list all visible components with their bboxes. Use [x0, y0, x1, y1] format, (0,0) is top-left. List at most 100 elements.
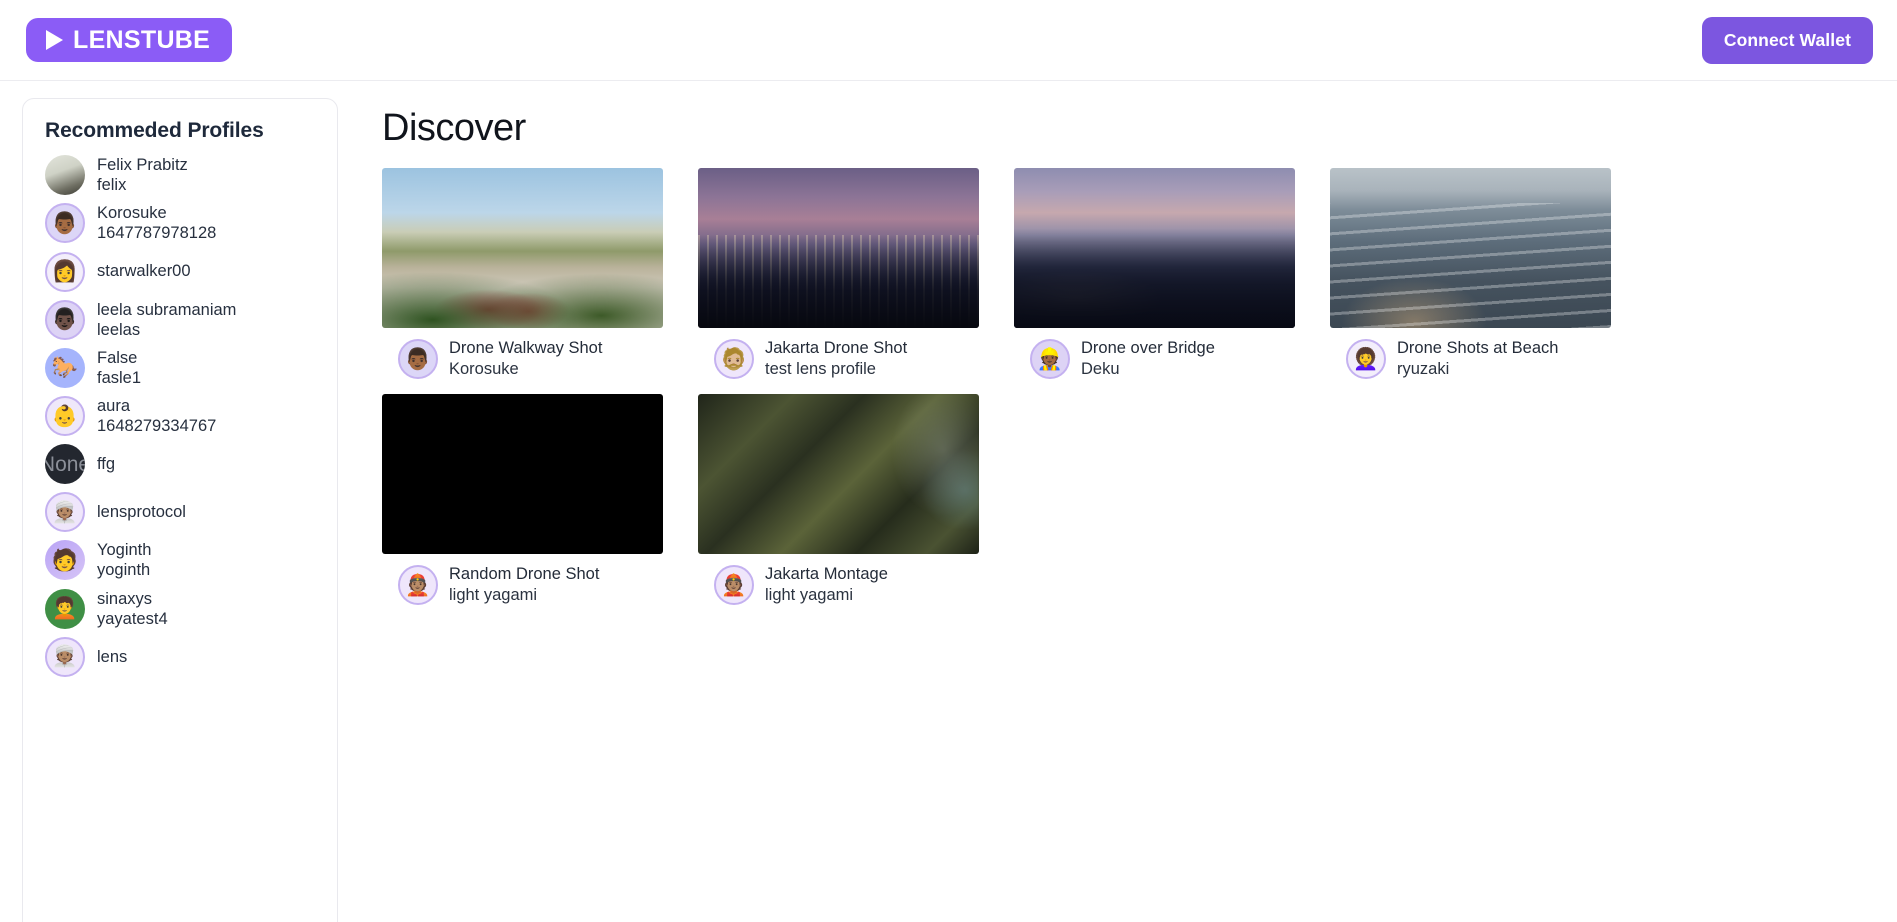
avatar-glyph: 👳🏽: [51, 645, 79, 669]
avatar[interactable]: 👶: [45, 396, 85, 437]
video-texts: Random Drone Shot light yagami: [449, 564, 599, 606]
avatar[interactable]: 👨🏾: [398, 339, 438, 380]
app-header: LENSTUBE Connect Wallet: [0, 0, 1897, 81]
avatar-glyph: 👳🏽: [51, 500, 79, 524]
video-thumbnail[interactable]: [698, 394, 979, 555]
video-author[interactable]: light yagami: [765, 585, 888, 606]
profile-list: Felix Prabitz felix 👨🏾 Korosuke 164778797812…: [23, 151, 337, 681]
video-thumbnail[interactable]: [382, 168, 663, 328]
profile-list-item[interactable]: 🧑‍🦱 sinaxys yayatest4: [45, 585, 337, 633]
video-thumbnail[interactable]: [1330, 168, 1611, 328]
video-meta: 👷🏾 Drone over Bridge Deku: [1014, 328, 1308, 380]
profile-handle: yoginth: [97, 561, 151, 580]
profile-names: lens: [97, 647, 127, 667]
profile-names: sinaxys yayatest4: [97, 589, 168, 629]
video-author[interactable]: test lens profile: [765, 359, 907, 380]
profile-names: leela subramaniam leelas: [97, 300, 236, 340]
avatar[interactable]: 👲🏽: [398, 565, 438, 606]
video-author[interactable]: Korosuke: [449, 359, 602, 380]
profile-display-name: lens: [97, 647, 128, 666]
video-author[interactable]: ryuzaki: [1397, 359, 1558, 380]
page-body: Recommeded Profiles Felix Prabitz felix 👨🏾…: [0, 81, 1897, 922]
video-title[interactable]: Drone Shots at Beach: [1397, 338, 1558, 359]
video-card[interactable]: 🧔🏼 Jakarta Drone Shot test lens profile: [698, 168, 992, 380]
profile-handle: 1647787978128: [97, 224, 217, 243]
avatar-glyph: 👩: [51, 260, 79, 283]
video-texts: Jakarta Drone Shot test lens profile: [765, 338, 907, 380]
avatar[interactable]: 👲🏽: [714, 565, 754, 606]
connect-wallet-button[interactable]: Connect Wallet: [1701, 16, 1873, 64]
profile-list-item[interactable]: 👨🏿 leela subramaniam leelas: [45, 296, 337, 344]
avatar[interactable]: 🧔🏼: [714, 339, 754, 380]
profile-names: False fasle1: [97, 348, 141, 388]
video-title[interactable]: Jakarta Drone Shot: [765, 338, 907, 359]
profile-names: aura 1648279334767: [97, 396, 216, 436]
video-meta: 👩‍🦱 Drone Shots at Beach ryuzaki: [1330, 328, 1624, 380]
avatar[interactable]: 👨🏾: [45, 203, 85, 244]
avatar[interactable]: [45, 155, 85, 196]
video-thumbnail[interactable]: [382, 394, 663, 555]
avatar[interactable]: 🧑‍🦱: [45, 588, 85, 629]
avatar-glyph: 🧑‍🦱: [51, 597, 79, 621]
profile-display-name: False: [97, 348, 138, 367]
profile-list-item[interactable]: 🐎 False fasle1: [45, 344, 337, 392]
profile-names: Yoginth yoginth: [97, 540, 151, 580]
avatar[interactable]: 👩‍🦱: [1346, 339, 1386, 380]
profile-names: Felix Prabitz felix: [97, 155, 188, 195]
avatar[interactable]: 👩: [45, 251, 85, 292]
avatar[interactable]: 👳🏽: [45, 492, 85, 533]
profile-names: Korosuke 1647787978128: [97, 203, 216, 243]
recommended-profiles-sidebar: Recommeded Profiles Felix Prabitz felix 👨🏾…: [22, 98, 338, 922]
video-grid: 👨🏾 Drone Walkway Shot Korosuke 🧔🏼 Jakarta Dr…: [382, 168, 1897, 620]
avatar-glyph: 👨🏾: [51, 211, 79, 235]
avatar[interactable]: 👳🏽: [45, 636, 85, 677]
video-title[interactable]: Drone Walkway Shot: [449, 338, 602, 359]
video-card[interactable]: 👲🏽 Random Drone Shot light yagami: [382, 394, 676, 606]
profile-display-name: aura: [97, 397, 131, 415]
video-card[interactable]: 👲🏽 Jakarta Montage light yagami: [698, 394, 992, 606]
video-thumbnail[interactable]: [698, 168, 979, 328]
profile-list-item[interactable]: 👳🏽 lens: [45, 633, 337, 681]
profile-list-item[interactable]: 👩 starwalker00: [45, 248, 337, 296]
avatar[interactable]: 👨🏿: [45, 299, 85, 340]
video-author[interactable]: light yagami: [449, 585, 599, 606]
avatar[interactable]: 🧑: [45, 540, 85, 581]
avatar[interactable]: None: [45, 444, 85, 485]
video-card[interactable]: 👨🏾 Drone Walkway Shot Korosuke: [382, 168, 676, 380]
avatar-glyph: 👨🏾: [404, 347, 432, 371]
video-title[interactable]: Random Drone Shot: [449, 564, 599, 585]
avatar-glyph: 👩‍🦱: [1352, 347, 1380, 371]
profile-list-item[interactable]: 👨🏾 Korosuke 1647787978128: [45, 199, 337, 247]
avatar[interactable]: 🐎: [45, 347, 85, 388]
profile-display-name: starwalker00: [97, 262, 191, 281]
avatar[interactable]: 👷🏾: [1030, 339, 1070, 380]
video-thumbnail[interactable]: [1014, 168, 1295, 328]
avatar-glyph: 👲🏽: [404, 573, 432, 597]
profile-display-name: Yoginth: [97, 541, 152, 560]
avatar-glyph: 👲🏽: [720, 573, 748, 597]
profile-handle: 1648279334767: [97, 417, 217, 436]
profile-list-item[interactable]: 👶 aura 1648279334767: [45, 392, 337, 440]
video-title[interactable]: Jakarta Montage: [765, 564, 888, 585]
avatar-glyph: 🧔🏼: [720, 347, 748, 371]
video-title[interactable]: Drone over Bridge: [1081, 338, 1215, 359]
logo-text: LENSTUBE: [73, 25, 211, 54]
video-author[interactable]: Deku: [1081, 359, 1215, 380]
profile-display-name: lensprotocol: [97, 503, 186, 522]
lenstube-logo[interactable]: LENSTUBE: [26, 18, 233, 62]
video-meta: 👲🏽 Jakarta Montage light yagami: [698, 554, 992, 606]
profile-list-item[interactable]: 🧑 Yoginth yoginth: [45, 536, 337, 584]
video-card[interactable]: 👩‍🦱 Drone Shots at Beach ryuzaki: [1330, 168, 1624, 380]
avatar-glyph: 🧑: [51, 548, 79, 572]
avatar-glyph: 🐎: [51, 356, 79, 380]
avatar-glyph: None: [45, 452, 85, 476]
video-card[interactable]: 👷🏾 Drone over Bridge Deku: [1014, 168, 1308, 380]
avatar-glyph: 👶: [51, 404, 79, 428]
profile-list-item[interactable]: Noneffg: [45, 440, 337, 488]
profile-names: ffg: [97, 454, 115, 474]
profile-list-item[interactable]: Felix Prabitz felix: [45, 151, 337, 199]
profile-handle: yayatest4: [97, 609, 168, 628]
profile-list-item[interactable]: 👳🏽 lensprotocol: [45, 488, 337, 536]
profile-handle: fasle1: [97, 368, 142, 387]
profile-display-name: Felix Prabitz: [97, 156, 188, 174]
